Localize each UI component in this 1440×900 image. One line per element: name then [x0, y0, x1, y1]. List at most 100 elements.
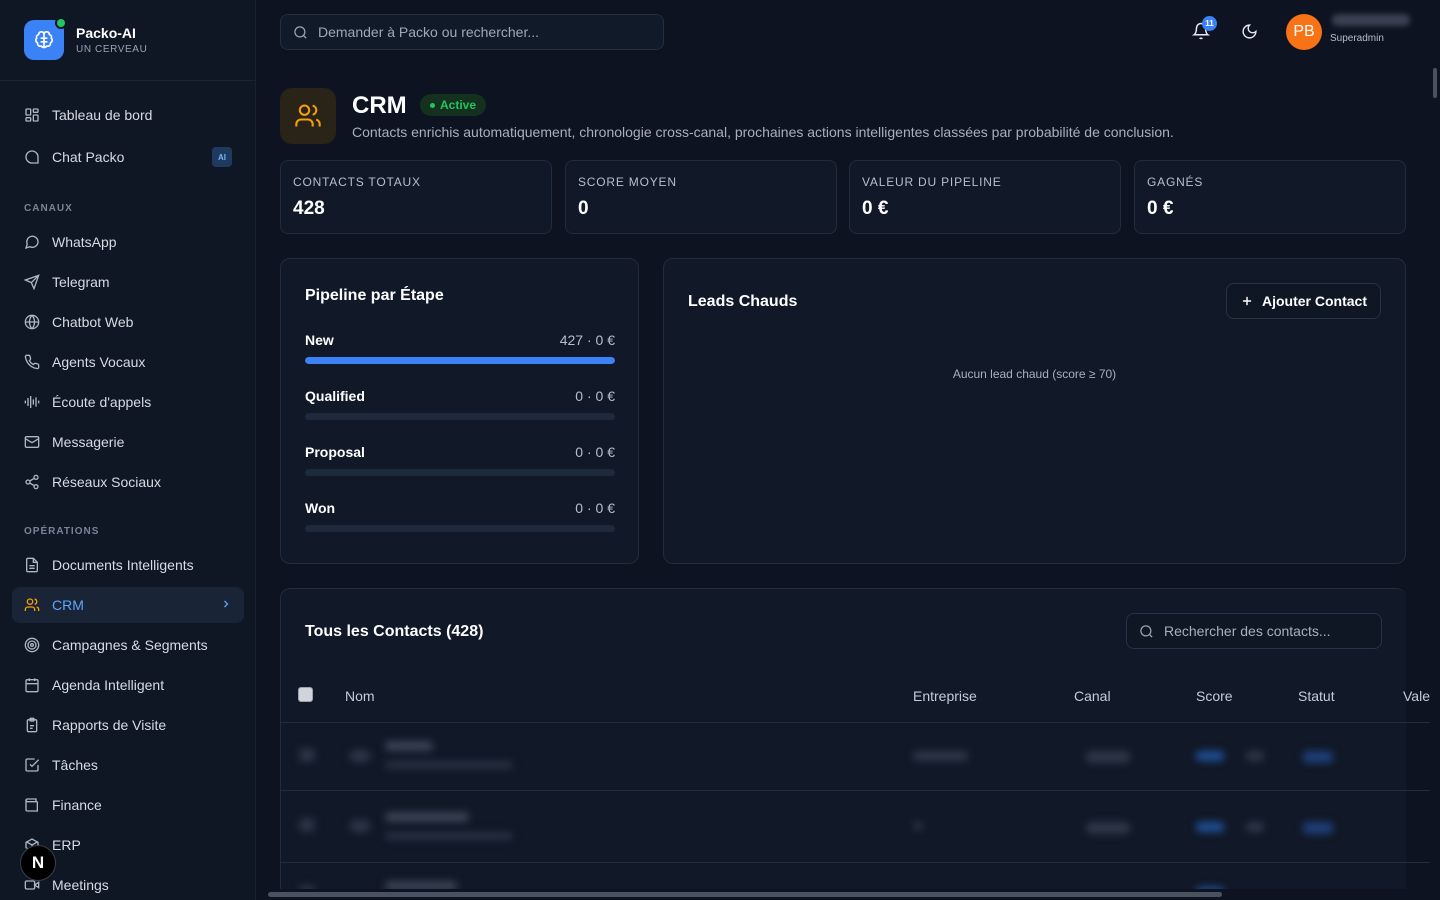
send-icon: [24, 274, 40, 290]
score-value-blurred: [1246, 751, 1264, 761]
contact-name-blurred: [385, 812, 469, 822]
contacts-search[interactable]: [1126, 613, 1382, 649]
sidebar-item-ecoute-appels[interactable]: Écoute d'appels: [12, 384, 244, 420]
users-icon: [280, 88, 336, 144]
pipeline-title: Pipeline par Étape: [305, 287, 444, 304]
sidebar-item-crm[interactable]: CRM: [12, 587, 244, 623]
sidebar-item-chat-packo[interactable]: Chat Packo AI: [12, 139, 244, 175]
notification-count-badge: 11: [1202, 16, 1217, 31]
stage-value: 0 · 0 €: [575, 444, 615, 460]
sidebar-item-whatsapp[interactable]: WhatsApp: [12, 224, 244, 260]
global-search-input[interactable]: [318, 24, 648, 40]
add-contact-button[interactable]: Ajouter Contact: [1226, 283, 1381, 319]
sidebar-item-documents[interactable]: Documents Intelligents: [12, 547, 244, 583]
horizontal-scroll-thumb[interactable]: [268, 892, 1222, 897]
column-header-nom[interactable]: Nom: [345, 688, 375, 704]
pipeline-stage-won: Won 0 · 0 €: [305, 500, 615, 532]
avatar: [349, 749, 371, 763]
sidebar-item-taches[interactable]: Tâches: [12, 747, 244, 783]
stage-progress-bar: [305, 469, 615, 476]
user-role: Superadmin: [1330, 33, 1384, 44]
brand-subtitle: UN CERVEAU: [76, 44, 148, 55]
select-all-checkbox[interactable]: [298, 687, 313, 702]
sidebar-item-telegram[interactable]: Telegram: [12, 264, 244, 300]
column-header-canal[interactable]: Canal: [1074, 688, 1111, 704]
sidebar-item-label: ERP: [52, 837, 81, 853]
dev-tools-badge[interactable]: N: [20, 845, 56, 881]
sidebar-item-label: Tableau de bord: [52, 107, 153, 123]
column-header-statut[interactable]: Statut: [1298, 688, 1335, 704]
stat-label: SCORE MOYEN: [578, 175, 677, 189]
page-description: Contacts enrichis automatiquement, chron…: [352, 124, 1174, 140]
section-title-canaux: CANAUX: [24, 203, 73, 214]
stat-value: 0: [578, 198, 589, 219]
company-blurred: [913, 822, 923, 830]
horizontal-scrollbar[interactable]: [256, 889, 1430, 900]
contacts-card: Tous les Contacts (428) Nom Entreprise C…: [280, 588, 1431, 900]
share-icon: [25, 474, 39, 490]
sidebar-item-label: Réseaux Sociaux: [52, 474, 161, 490]
sidebar-item-reseaux-sociaux[interactable]: Réseaux Sociaux: [12, 464, 244, 500]
audio-wave-icon: [24, 396, 40, 408]
users-icon: [24, 598, 40, 611]
message-circle-icon: [24, 235, 39, 250]
channel-blurred: [1086, 822, 1130, 834]
clipboard-icon: [26, 717, 38, 733]
contact-name-blurred: [385, 741, 433, 751]
sidebar-item-finance[interactable]: Finance: [12, 787, 244, 823]
contacts-search-input[interactable]: [1164, 623, 1364, 639]
ai-badge: AI: [212, 147, 232, 167]
pipeline-stage-new: New 427 · 0 €: [305, 332, 615, 364]
pipeline-stage-qualified: Qualified 0 · 0 €: [305, 388, 615, 420]
stage-name: New: [305, 332, 334, 348]
status-badge: Active: [420, 94, 487, 116]
sidebar-item-agents-vocaux[interactable]: Agents Vocaux: [12, 344, 244, 380]
contacts-title: Tous les Contacts (428): [305, 623, 484, 640]
sidebar-item-chatbot-web[interactable]: Chatbot Web: [12, 304, 244, 340]
stage-progress-bar: [305, 357, 615, 364]
sidebar-item-agenda[interactable]: Agenda Intelligent: [12, 667, 244, 703]
global-search[interactable]: [280, 14, 664, 50]
add-contact-label: Ajouter Contact: [1262, 293, 1367, 309]
vertical-scroll-thumb[interactable]: [1433, 68, 1437, 98]
moon-icon[interactable]: [1241, 23, 1258, 40]
topbar: 11 PB Superadmin: [256, 0, 1440, 64]
sidebar-item-campagnes[interactable]: Campagnes & Segments: [12, 627, 244, 663]
sidebar-item-label: Finance: [52, 797, 102, 813]
stat-card-pipeline-value: VALEUR DU PIPELINE 0 €: [849, 160, 1121, 234]
stat-card-contacts: CONTACTS TOTAUX 428: [280, 160, 552, 234]
sidebar-item-rapports[interactable]: Rapports de Visite: [12, 707, 244, 743]
calendar-icon: [25, 678, 39, 693]
search-icon: [294, 25, 307, 39]
sidebar-item-tableau-de-bord[interactable]: Tableau de bord: [12, 97, 244, 133]
divider: [281, 862, 1431, 863]
vertical-scrollbar[interactable]: [1430, 64, 1440, 890]
brain-logo-icon: [24, 17, 67, 60]
plus-icon: [1242, 296, 1252, 306]
stage-name: Proposal: [305, 444, 365, 460]
target-icon: [24, 637, 40, 653]
brand[interactable]: Packo-AI UN CERVEAU: [0, 0, 255, 81]
sidebar-item-label: Agents Vocaux: [52, 354, 146, 370]
sidebar-item-label: WhatsApp: [52, 234, 117, 250]
stage-name: Qualified: [305, 388, 365, 404]
column-header-score[interactable]: Score: [1196, 688, 1233, 704]
stage-value: 0 · 0 €: [575, 388, 615, 404]
stat-label: VALEUR DU PIPELINE: [862, 175, 1002, 189]
phone-icon: [24, 354, 40, 370]
row-checkbox[interactable]: [299, 748, 315, 762]
user-name-blurred: [1332, 14, 1410, 26]
chat-icon: [25, 150, 39, 164]
score-value-blurred: [1246, 822, 1264, 832]
brand-name: Packo-AI: [76, 25, 136, 41]
stage-value: 0 · 0 €: [575, 500, 615, 516]
hot-leads-card: Leads Chauds Ajouter Contact Aucun lead …: [663, 258, 1406, 564]
avatar[interactable]: PB: [1286, 14, 1322, 50]
row-checkbox[interactable]: [299, 818, 315, 832]
sidebar-item-label: Tâches: [52, 757, 98, 773]
company-blurred: [913, 751, 968, 761]
column-header-entreprise[interactable]: Entreprise: [913, 688, 977, 704]
column-header-valeur[interactable]: Vale: [1403, 688, 1430, 704]
sidebar-item-label: Telegram: [52, 274, 110, 290]
sidebar-item-messagerie[interactable]: Messagerie: [12, 424, 244, 460]
